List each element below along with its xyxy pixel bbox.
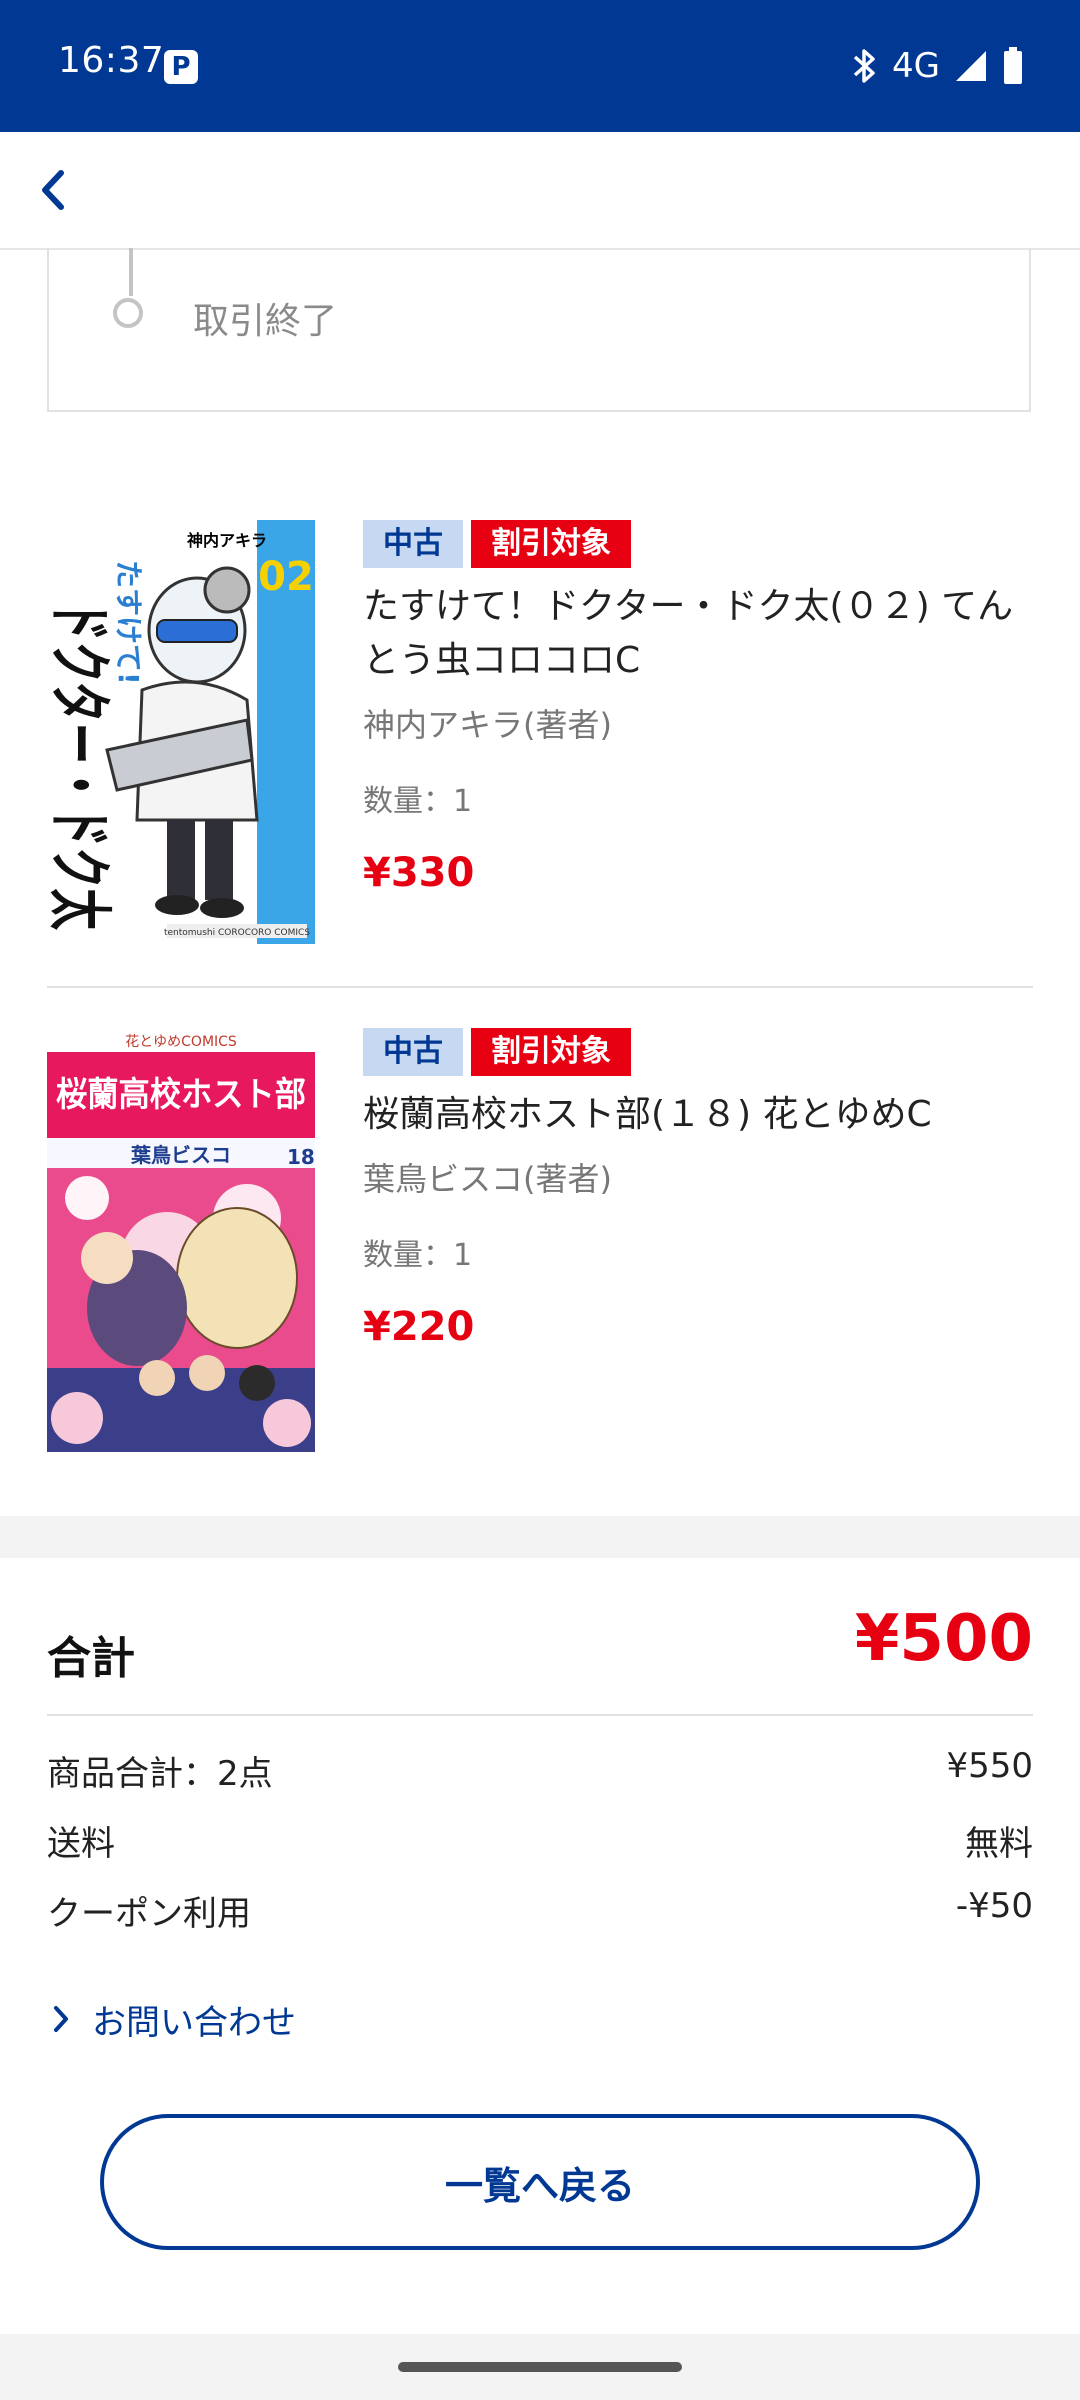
back-to-list-label: 一覧へ戻る bbox=[444, 2163, 635, 2208]
subtotal-row: 商品合計：2点 ¥550 bbox=[47, 1746, 1033, 1796]
app-header bbox=[0, 132, 1080, 250]
item-price: ¥220 bbox=[363, 1304, 475, 1350]
discount-badge: 割引対象 bbox=[471, 1028, 631, 1076]
home-indicator[interactable] bbox=[398, 2362, 682, 2372]
cover-title: 桜蘭高校ホスト部 bbox=[56, 1075, 306, 1115]
subtotal-value: ¥550 bbox=[946, 1746, 1033, 1786]
chevron-right-icon bbox=[54, 2006, 68, 2032]
parking-notification-icon: P bbox=[164, 50, 198, 84]
chevron-left-icon bbox=[42, 170, 64, 210]
order-item[interactable]: 02 神内アキラ たすけて! ドクター・ドク太 tentomushi COROC… bbox=[47, 520, 1033, 988]
item-price: ¥330 bbox=[363, 850, 475, 896]
item-info: 中古 割引対象 たすけて！ドクター・ドク太(０２) てんとう虫コロコロC 神内ア… bbox=[363, 520, 1033, 896]
back-button[interactable] bbox=[22, 160, 82, 220]
subtotal-label: 商品合計：2点 bbox=[47, 1754, 273, 1794]
tracker-step-label: 取引終了 bbox=[193, 301, 338, 342]
status-bar: 16:37 P 4G bbox=[0, 0, 1080, 132]
contact-link-label: お問い合わせ bbox=[92, 2002, 296, 2043]
item-quantity: 数量：1 bbox=[363, 784, 473, 819]
battery-icon bbox=[1004, 47, 1022, 84]
used-badge: 中古 bbox=[363, 1028, 463, 1076]
coupon-value: -¥50 bbox=[955, 1886, 1033, 1926]
bluetooth-icon bbox=[853, 49, 875, 83]
cover-series: たすけて! bbox=[112, 560, 145, 685]
cover-author: 葉鳥ビスコ bbox=[130, 1143, 231, 1167]
coupon-label: クーポン利用 bbox=[47, 1894, 251, 1934]
tracker-step-dot bbox=[113, 298, 143, 328]
status-indicators: 4G bbox=[852, 38, 1024, 94]
item-author: 神内アキラ(著者) bbox=[363, 706, 612, 744]
section-divider bbox=[0, 1516, 1080, 1558]
cover-label: 花とゆめCOMICS bbox=[125, 1034, 237, 1050]
cover-publisher: tentomushi COROCORO COMICS bbox=[164, 928, 310, 938]
total-label: 合計 bbox=[47, 1633, 135, 1684]
item-title: たすけて！ドクター・ドク太(０２) てんとう虫コロコロC bbox=[363, 586, 1014, 681]
used-badge: 中古 bbox=[363, 520, 463, 568]
item-title: 桜蘭高校ホスト部(１８) 花とゆめC bbox=[363, 1094, 932, 1135]
back-to-list-button[interactable]: 一覧へ戻る bbox=[100, 2114, 980, 2250]
status-time: 16:37 bbox=[58, 40, 165, 81]
cover-volume: 02 bbox=[258, 554, 314, 600]
discount-badge: 割引対象 bbox=[471, 520, 631, 568]
item-badges: 中古 割引対象 bbox=[363, 520, 1033, 568]
coupon-row: クーポン利用 -¥50 bbox=[47, 1886, 1033, 1936]
transaction-status-tracker: 取引終了 bbox=[47, 248, 1031, 412]
signal-icon bbox=[956, 51, 986, 81]
shipping-value: 無料 bbox=[965, 1824, 1033, 1864]
book-cover-image: 花とゆめCOMICS 桜蘭高校ホスト部 葉鳥ビスコ 18 bbox=[47, 1028, 315, 1452]
total-amount: ¥500 bbox=[854, 1602, 1033, 1676]
book-cover-image: 02 神内アキラ たすけて! ドクター・ドク太 tentomushi COROC… bbox=[47, 520, 315, 944]
network-type: 4G bbox=[892, 46, 940, 86]
total-row: 合計 ¥500 bbox=[47, 1602, 1033, 1692]
cover-volume: 18 bbox=[287, 1145, 315, 1169]
cover-title: ドクター・ドク太 bbox=[47, 600, 115, 930]
item-author: 葉鳥ビスコ(著者) bbox=[363, 1160, 612, 1198]
shipping-row: 送料 無料 bbox=[47, 1816, 1033, 1866]
shipping-label: 送料 bbox=[47, 1824, 115, 1864]
item-quantity: 数量：1 bbox=[363, 1238, 473, 1273]
contact-link[interactable]: お問い合わせ bbox=[52, 1994, 296, 2044]
item-badges: 中古 割引対象 bbox=[363, 1028, 1033, 1076]
total-divider bbox=[47, 1714, 1033, 1716]
cover-author: 神内アキラ bbox=[187, 531, 267, 550]
item-info: 中古 割引対象 桜蘭高校ホスト部(１８) 花とゆめC 葉鳥ビスコ(著者) 数量：… bbox=[363, 1028, 1033, 1350]
order-item[interactable]: 花とゆめCOMICS 桜蘭高校ホスト部 葉鳥ビスコ 18 中古 割引対象 桜蘭高 bbox=[47, 1028, 1033, 1454]
tracker-line bbox=[129, 248, 133, 296]
